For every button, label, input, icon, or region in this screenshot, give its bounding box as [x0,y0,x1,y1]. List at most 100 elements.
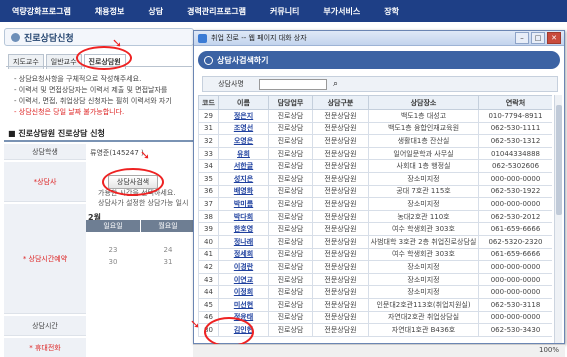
header-bullet-icon [204,55,213,65]
cell-name[interactable]: 이경란 [218,260,269,274]
table-row[interactable]: 34 서한글 진로상담 전문상담원 사회대 1층 행정실 062-5302606 [198,159,552,173]
annotation-arrow: ➘ [112,36,123,50]
column-header-type: 상담구분 [312,95,369,110]
table-row[interactable]: 46 정윤태 진로상담 전문상담원 자연대2호관 취업상담실 000-000-0000 [198,310,552,325]
counselor-name-input[interactable] [259,78,327,90]
cell-type: 전문상담원 [312,272,369,287]
cell-name[interactable]: 조영선 [218,121,269,136]
cell-duty: 진로상담 [268,134,313,148]
calendar-day[interactable] [86,232,140,244]
annotation-arrow: ➘ [190,317,201,331]
table-row[interactable]: 32 오영은 진로상담 전문상담원 생활대1층 잔산실 062-530-1312 [198,134,552,148]
bullet-icon [11,32,20,42]
status-bar: 100% [193,344,565,357]
nav-item-services[interactable]: 부가서비스 [311,6,372,17]
nav-item-scholarship[interactable]: 장학 [372,6,411,17]
calendar-day[interactable] [141,232,195,244]
nav-item-jobs[interactable]: 채용정보 [83,6,136,17]
cell-code: 40 [198,234,219,249]
cell-contact: 062-5320-2320 [478,234,552,249]
table-row[interactable]: 45 미선현 진로상담 전문상담원 인문대2호관113호(취업지원실) 062-530-3… [198,297,552,312]
table-row[interactable]: 43 이연교 진로상담 전문상담원 장소미지정 000-000-0000 [198,272,552,287]
cell-name[interactable]: 미선현 [218,297,269,312]
nav-item-community[interactable]: 커뮤니티 [258,6,311,17]
calendar-day[interactable]: 23 [86,244,140,256]
cell-code: 43 [198,272,219,287]
cell-name[interactable]: 오영은 [218,134,269,148]
table-row[interactable]: 39 한호영 진로상담 전문상담원 여수 학생회관 303호 061-659-6666 [198,222,552,236]
cell-type: 전문상담원 [312,222,369,236]
calendar-day[interactable]: 30 [86,256,140,268]
table-row[interactable]: 37 박미름 진로상담 전문상담원 장소미지정 000-000-0000 [198,197,552,211]
cell-location: 백도1층 대성고 [368,109,479,123]
table-row[interactable]: 42 이경란 진로상담 전문상담원 장소미지정 000-000-0000 [198,260,552,274]
nav-item-counsel[interactable]: 상담 [136,6,175,17]
annotation-arrow: ➘ [140,148,151,162]
cell-location: 사범대학 3호관 2층 취업진로상담실 [368,234,479,249]
notice-item-warning: - 상담신청은 당일 날짜 불가능합니다. [14,108,125,116]
dialog-titlebar[interactable]: 취업 진로 -- 웹 페이지 대화 상자 – □ ✕ [194,31,564,46]
cell-contact: 000-000-0000 [478,197,552,211]
scrollbar-thumb[interactable] [556,105,562,215]
cell-type: 전문상담원 [312,171,369,186]
phone-label: * 휴대전화 [4,338,86,357]
cell-name[interactable]: 한호영 [218,222,269,236]
minimize-button[interactable]: – [515,32,529,44]
table-row[interactable]: 35 성지은 진로상담 전문상담원 장소미지정 000-000-0000 [198,171,552,186]
cell-type: 전문상담원 [312,184,369,199]
table-body: 29 정은지 진로상담 전문상담원 백도1층 대성고 010-7794-8911 31 조영선… [198,109,552,337]
table-row[interactable]: 38 박다희 진로상담 전문상담원 농대2호관 110호 062-530-2012 [198,209,552,224]
table-row[interactable]: 33 유희 진로상담 전문상담원 일어일문학과 사무실 01044334888 [198,146,552,161]
cell-code: 35 [198,171,219,186]
cell-name[interactable]: 박다희 [218,209,269,224]
cell-name[interactable]: 정나래 [218,234,269,249]
table-row[interactable]: 44 이정희 진로상담 전문상담원 장소미지정 000-000-0000 [198,285,552,299]
cell-location: 장소미지정 [368,260,479,274]
cell-name[interactable]: 이정희 [218,285,269,299]
column-header-code: 코드 [198,95,219,110]
cell-duty: 진로상담 [268,159,313,173]
cell-contact: 000-000-0000 [478,272,552,287]
cell-duty: 진로상담 [268,121,313,136]
cell-type: 전문상담원 [312,285,369,299]
nav-item-capacity[interactable]: 역량강화프로그램 [0,6,83,17]
table-row[interactable]: 36 배영화 진로상담 전문상담원 공대 7호관 115호 062-530-1922 [198,184,552,199]
cell-type: 전문상담원 [312,197,369,211]
cell-name[interactable]: 배영화 [218,184,269,199]
table-row[interactable]: 31 조영선 진로상담 전문상담원 백도1층 융합인재교육원 062-530-1111 [198,121,552,136]
table-row[interactable]: 40 정나래 진로상담 전문상담원 사범대학 3호관 2층 취업진로상담실 062-532… [198,234,552,249]
cell-name[interactable]: 정세희 [218,247,269,262]
annotation-circle-tab [76,46,132,70]
cell-name[interactable]: 서한글 [218,159,269,173]
cell-name[interactable]: 박미름 [218,197,269,211]
cell-name[interactable]: 성지은 [218,171,269,186]
close-button[interactable]: ✕ [547,32,561,44]
cell-type: 전문상담원 [312,323,369,337]
cell-type: 전문상담원 [312,121,369,136]
column-header-location: 상담장소 [368,95,479,110]
nav-item-career[interactable]: 경력관리프로그램 [175,6,258,17]
table-row[interactable]: 29 정은지 진로상담 전문상담원 백도1층 대성고 010-7794-8911 [198,109,552,123]
cell-code: 42 [198,260,219,274]
cell-name[interactable]: 정은지 [218,109,269,123]
cell-type: 전문상담원 [312,297,369,312]
table-row[interactable]: 41 정세희 진로상담 전문상담원 여수 학생회관 303호 061-659-6666 [198,247,552,262]
maximize-button[interactable]: □ [531,32,545,44]
search-icon[interactable]: ⌕ [330,79,341,90]
search-label: 상담사명 [218,80,244,88]
cell-name[interactable]: 이연교 [218,272,269,287]
calendar-day[interactable]: 31 [141,256,195,268]
cell-location: 장소미지정 [368,285,479,299]
zoom-level[interactable]: 100% [539,346,559,354]
cell-duty: 진로상담 [268,209,313,224]
cell-contact: 010-7794-8911 [478,109,552,123]
calendar-day[interactable]: 24 [141,244,195,256]
cell-location: 백도1층 융합인재교육원 [368,121,479,136]
cell-duty: 진로상담 [268,310,313,325]
table-scrollbar[interactable] [554,95,562,343]
cell-code: 44 [198,285,219,299]
window-controls: – □ ✕ [513,32,561,44]
cell-name[interactable]: 유희 [218,146,269,161]
cell-code: 39 [198,222,219,236]
cell-code: 34 [198,159,219,173]
